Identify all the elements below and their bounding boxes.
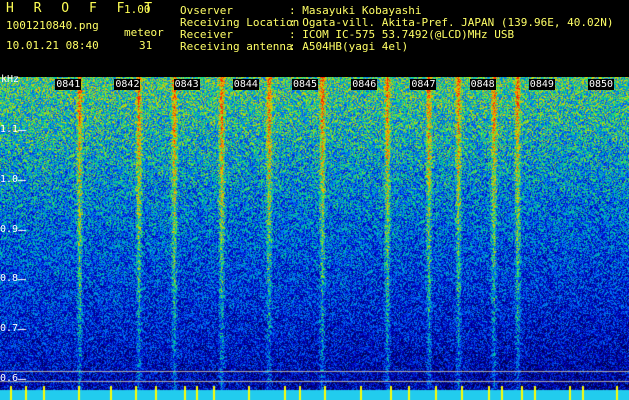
x-tick-label: 0849	[528, 79, 555, 90]
datetime: 10.01.21 08:40	[6, 39, 99, 52]
x-tick-label: 0847	[410, 79, 437, 90]
app-version: 1.00	[124, 3, 151, 16]
x-tick-label: 0845	[292, 79, 319, 90]
x-tick-label: 0850	[588, 79, 615, 90]
y-tick-label: 0.8	[0, 273, 19, 284]
x-tick-label: 0841	[55, 79, 82, 90]
x-tick-label: 0846	[351, 79, 378, 90]
y-tick-label: 0.6	[0, 373, 19, 384]
x-tick-label: 0848	[469, 79, 496, 90]
y-tick-label: 1.0	[0, 174, 19, 185]
y-tick-label: 1.1	[0, 124, 19, 135]
antenna-value: : A504HB(yagi 4el)	[289, 40, 409, 53]
spectrogram-canvas	[0, 77, 629, 400]
x-tick-label: 0843	[173, 79, 200, 90]
meteor-count: 31	[139, 39, 153, 52]
y-axis-label: kHz	[1, 74, 20, 85]
y-tick-label: 0.7	[0, 323, 19, 334]
x-tick-label: 0844	[232, 79, 259, 90]
x-tick-label: 0842	[114, 79, 141, 90]
meteor-label: meteor	[124, 26, 164, 39]
filename: 1001210840.png	[6, 19, 99, 32]
antenna-label: Receiving antenna	[180, 40, 293, 53]
y-tick-label: 0.9	[0, 224, 19, 235]
